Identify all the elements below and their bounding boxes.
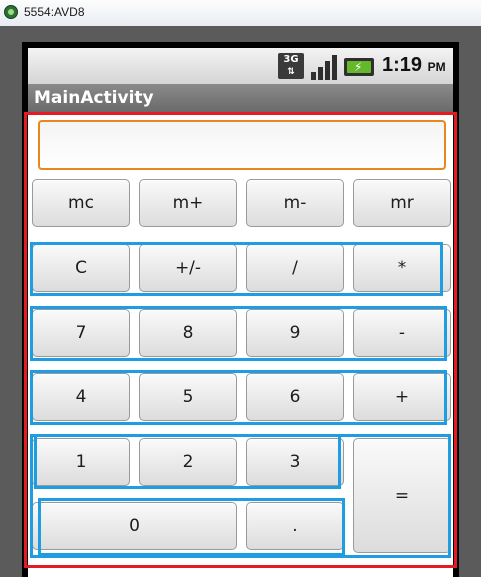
network-3g-icon: 3G ⇅ [278,53,304,79]
data-arrows-icon: ⇅ [287,67,295,77]
android-emulator-icon [4,5,18,19]
charging-bolt-icon: ⚡ [354,60,363,74]
battery-charging-icon: ⚡ [344,58,374,76]
emulator-title-bar: 5554:AVD8 [0,0,481,27]
activity-title: MainActivity [34,88,154,108]
clock: 1:19 PM [382,54,446,77]
clock-time: 1:19 [382,54,423,76]
network-type-label: 3G [283,54,299,65]
layout-highlight-outer [24,112,457,568]
activity-title-bar: MainActivity [28,84,453,112]
clock-ampm: PM [427,60,446,74]
window-title: 5554:AVD8 [24,5,85,19]
signal-strength-icon [311,55,337,80]
status-bar: 3G ⇅ ⚡ 1:19 PM [28,48,453,84]
